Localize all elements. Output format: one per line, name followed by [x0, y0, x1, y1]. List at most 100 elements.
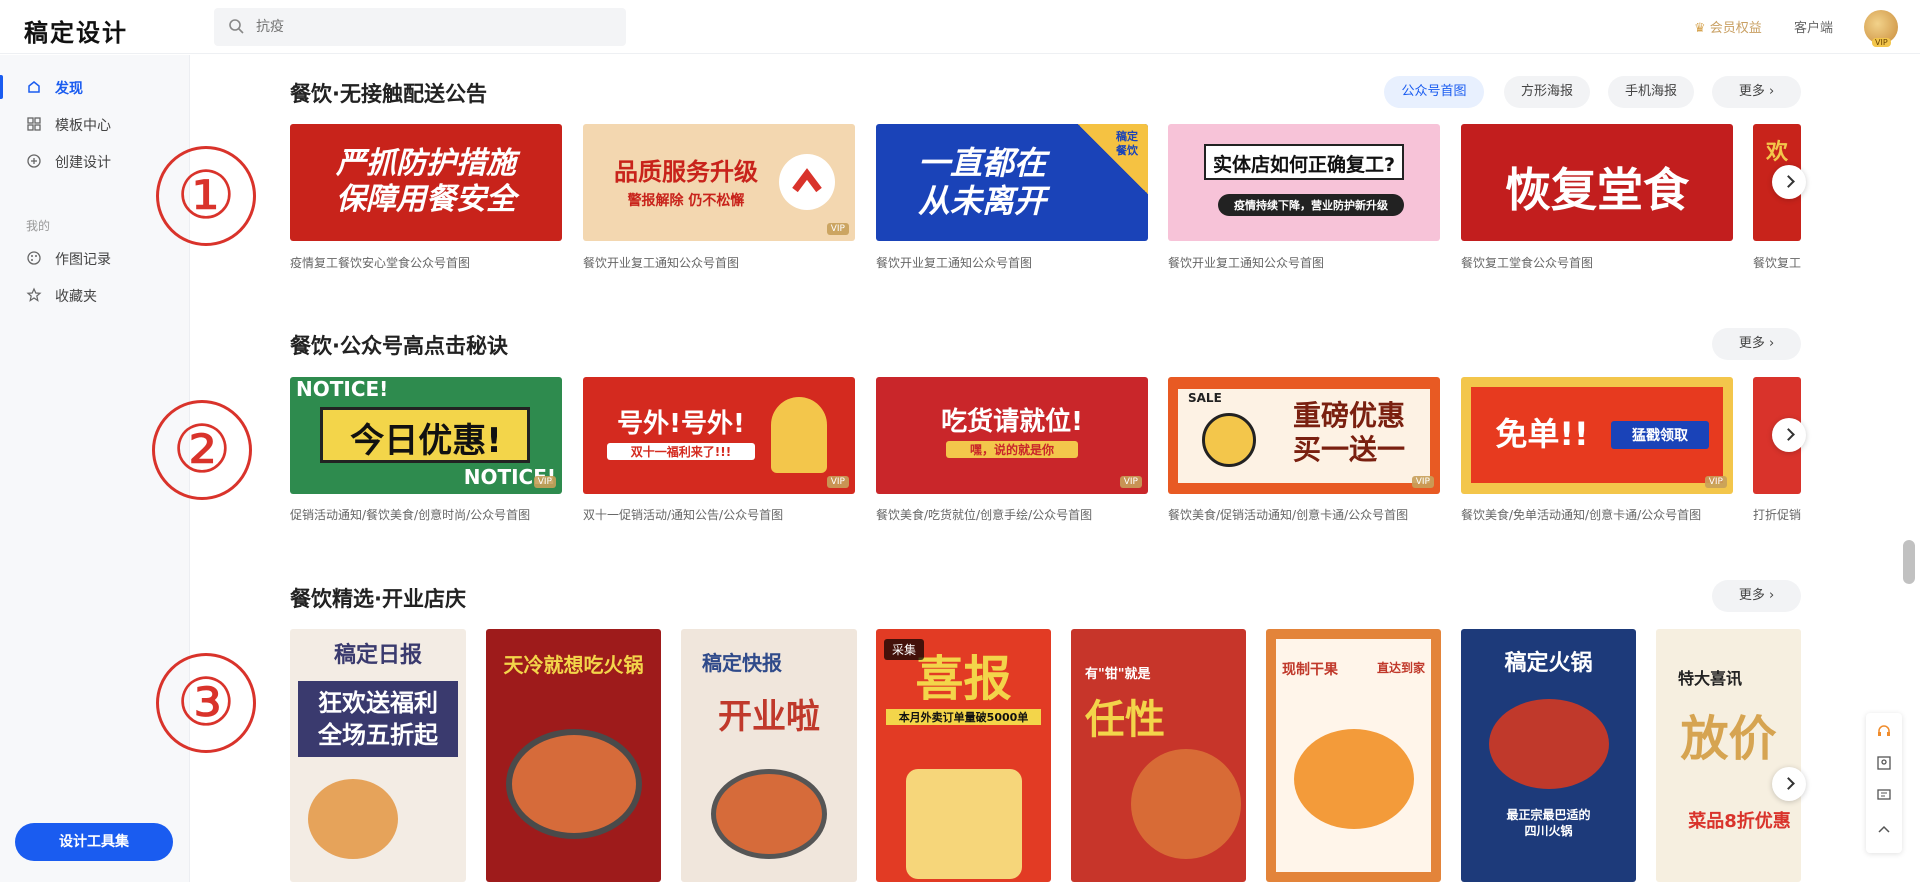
card-subline: 最正宗最巴适的 四川火锅 — [1506, 808, 1591, 838]
card-headline: 免单!! — [1495, 415, 1589, 453]
sidebar-item-templates[interactable]: 模板中心 — [0, 107, 190, 141]
section-title: 餐饮·公众号高点击秘诀 — [290, 334, 508, 358]
template-card[interactable]: 品质服务升级 警报解除 仍不松懈 VIP — [583, 124, 855, 241]
card-subline: 疫情持续下降，营业防护新升级 — [1218, 194, 1404, 216]
vip-benefits-link[interactable]: ♛ 会员权益 — [1694, 17, 1762, 36]
vip-tag: VIP — [826, 223, 849, 235]
card-headline: 品质服务升级 — [614, 158, 758, 186]
card-caption[interactable]: 双十一促销活动/通知公告/公众号首图 — [583, 506, 855, 523]
filter-pill-phone-poster[interactable]: 手机海报 — [1608, 76, 1694, 108]
more-label: 更多 — [1738, 588, 1765, 603]
card-caption[interactable]: 餐饮复工 — [1753, 254, 1801, 271]
more-button[interactable]: 更多 › — [1712, 328, 1801, 360]
card-headline: 今日优惠! — [350, 421, 502, 461]
avatar[interactable]: VIP — [1864, 10, 1898, 47]
card-headline: 欢 — [1765, 140, 1788, 165]
sidebar-group-label: 我的 — [26, 219, 51, 233]
design-tools-button[interactable]: 设计工具集 — [15, 823, 173, 861]
vip-tag: VIP — [533, 476, 556, 488]
card-caption[interactable]: 餐饮美食/促销活动通知/创意卡通/公众号首图 — [1168, 506, 1440, 523]
card-caption[interactable]: 打折促销 — [1753, 506, 1801, 523]
search-input[interactable] — [256, 8, 616, 46]
annotation-circle-1: ① — [156, 146, 256, 246]
vip-tag: VIP — [826, 476, 849, 488]
card-headline: 稿定火锅 — [1504, 651, 1593, 676]
annotation-circle-3: ③ — [156, 653, 256, 753]
card-caption[interactable]: 餐饮开业复工通知公众号首图 — [1168, 254, 1440, 271]
grid-icon — [27, 117, 41, 131]
annotation-circle-2: ② — [152, 400, 252, 500]
card-headline: 实体店如何正确复工? — [1212, 154, 1396, 176]
collect-tag[interactable]: 采集 — [884, 639, 925, 660]
sidebar-item-favorites[interactable]: 收藏夹 — [0, 278, 190, 312]
hotpot-image — [506, 729, 642, 839]
card-subline: 嘿，说的就是你 — [946, 441, 1078, 458]
filter-pill-square-poster[interactable]: 方形海报 — [1504, 76, 1590, 108]
template-card[interactable]: 免单!! 猛戳领取 VIP — [1461, 377, 1733, 494]
carousel-next-button[interactable] — [1772, 767, 1806, 801]
template-card[interactable]: 稿定快报 开业啦 — [681, 629, 857, 882]
vip-tag: VIP — [1704, 476, 1727, 488]
card-corner-text: 稿定 餐饮 — [1116, 130, 1138, 157]
more-label: 更多 — [1738, 336, 1765, 351]
card-caption[interactable]: 餐饮开业复工通知公众号首图 — [876, 254, 1148, 271]
avatar-vip-badge: VIP — [1872, 38, 1891, 47]
template-card[interactable]: 现制干果 直达到家 — [1266, 629, 1441, 882]
crab-image — [1131, 749, 1241, 859]
card-headline: 稿定快报 — [702, 651, 782, 675]
template-card[interactable]: 喜报 本月外卖订单量破5000单 采集 — [876, 629, 1051, 882]
arrow-up-icon — [779, 154, 835, 210]
template-card[interactable]: 一直都在 从未离开 稿定 餐饮 — [876, 124, 1148, 241]
template-card[interactable]: NOTICE! 今日优惠! NOTICE! VIP — [290, 377, 562, 494]
card-caption[interactable]: 促销活动通知/餐饮美食/创意时尚/公众号首图 — [290, 506, 562, 523]
template-card[interactable]: 恢复堂食 — [1461, 124, 1733, 241]
card-caption[interactable]: 餐饮复工堂食公众号首图 — [1461, 254, 1733, 271]
template-card[interactable]: 特大喜讯 放价 菜品8折优惠 — [1656, 629, 1801, 882]
chevron-right-icon: › — [1768, 588, 1775, 603]
card-bottom-text: 菜品8折优惠 — [1688, 811, 1791, 832]
template-card[interactable]: 号外!号外! 双十一福利来了!!! VIP — [583, 377, 855, 494]
message-icon[interactable] — [1876, 787, 1892, 803]
search-box[interactable] — [214, 8, 626, 46]
carousel-next-button[interactable] — [1772, 418, 1806, 452]
template-card[interactable]: SALE 重磅优惠 买一送一 VIP — [1168, 377, 1440, 494]
more-button[interactable]: 更多 › — [1712, 76, 1801, 108]
card-caption[interactable]: 餐饮开业复工通知公众号首图 — [583, 254, 855, 271]
sidebar-item-history[interactable]: 作图记录 — [0, 241, 190, 275]
template-card[interactable]: 稿定日报 狂欢送福利 全场五折起 — [290, 629, 466, 882]
page-scrollbar[interactable] — [1903, 540, 1915, 584]
more-button[interactable]: 更多 › — [1712, 580, 1801, 612]
app-logo[interactable]: 稿定设计 — [24, 13, 128, 48]
vip-tag: VIP — [1411, 476, 1434, 488]
template-card[interactable]: 实体店如何正确复工? 疫情持续下降，营业防护新升级 — [1168, 124, 1440, 241]
feedback-icon[interactable] — [1876, 755, 1892, 771]
card-subline: 猛戳领取 — [1611, 421, 1709, 449]
carousel-next-button[interactable] — [1772, 165, 1806, 199]
headset-icon[interactable] — [1876, 723, 1892, 739]
plus-circle-icon — [27, 154, 41, 168]
vip-benefits-label: 会员权益 — [1709, 21, 1762, 36]
apricot-image — [1294, 729, 1414, 829]
card-subline: 有"钳"就是 — [1085, 667, 1151, 682]
card-subline: 本月外卖订单量破5000单 — [886, 709, 1041, 725]
card-caption[interactable]: 餐饮美食/免单活动通知/创意卡通/公众号首图 — [1461, 506, 1733, 523]
template-card[interactable]: 天冷就想吃火锅 — [486, 629, 661, 882]
template-card[interactable]: 有"钳"就是 任性 — [1071, 629, 1246, 882]
more-label: 更多 — [1738, 84, 1765, 99]
filter-pill-official-cover[interactable]: 公众号首图 — [1384, 76, 1484, 108]
card-caption[interactable]: 餐饮美食/吃货就位/创意手绘/公众号首图 — [876, 506, 1148, 523]
sidebar-item-label: 创建设计 — [55, 155, 111, 171]
card-subline: 直达到家 — [1376, 661, 1425, 675]
cartoon-figure-image — [771, 397, 827, 473]
sidebar-item-label: 作图记录 — [55, 252, 111, 268]
client-download-link[interactable]: 客户端 — [1794, 17, 1833, 36]
card-caption[interactable]: 疫情复工餐饮安心堂食公众号首图 — [290, 254, 562, 271]
template-card[interactable]: 吃货请就位! 嘿，说的就是你 VIP — [876, 377, 1148, 494]
card-headline: 一直都在 从未离开 — [917, 144, 1046, 220]
sidebar-item-label: 发现 — [55, 81, 83, 97]
sidebar-item-discover[interactable]: 发现 — [0, 70, 190, 104]
search-icon — [229, 19, 244, 34]
template-card[interactable]: 严抓防护措施 保障用餐安全 — [290, 124, 562, 241]
back-to-top-icon[interactable] — [1876, 821, 1892, 837]
template-card[interactable]: 稿定火锅 最正宗最巴适的 四川火锅 — [1461, 629, 1636, 882]
